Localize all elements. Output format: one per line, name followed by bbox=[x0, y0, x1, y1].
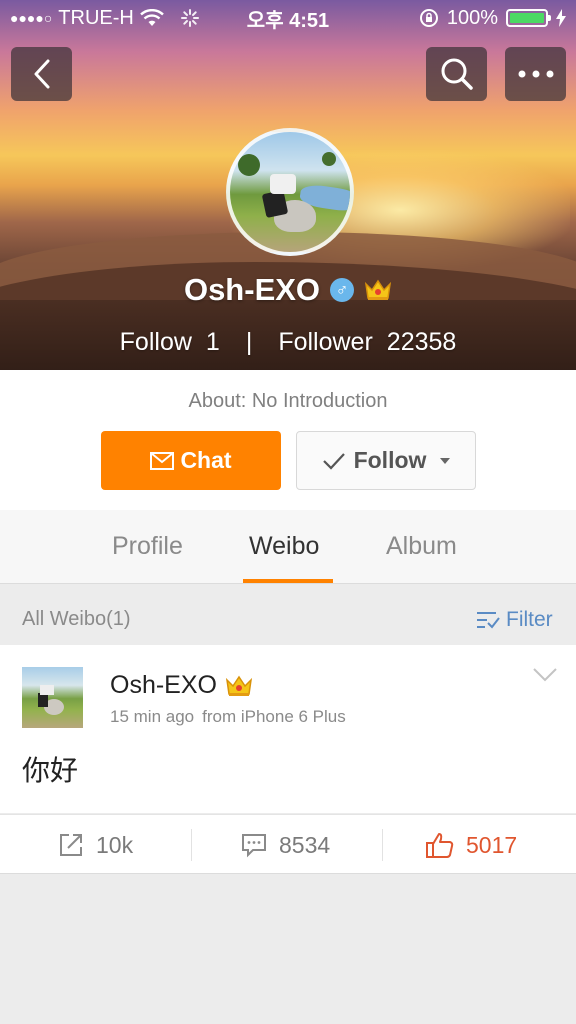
weibo-post[interactable]: Osh-EXO 15 min ago from iPhone 6 Plus 你好 bbox=[0, 645, 576, 813]
checkmark-icon bbox=[322, 452, 345, 470]
follow-button[interactable]: Follow bbox=[296, 431, 476, 490]
back-button[interactable] bbox=[11, 47, 72, 101]
post-meta: 15 min ago from iPhone 6 Plus bbox=[110, 707, 346, 727]
mail-icon bbox=[150, 451, 175, 470]
profile-username: Osh-EXO bbox=[183, 272, 321, 307]
chat-button[interactable]: Chat bbox=[101, 431, 281, 490]
battery-icon bbox=[506, 9, 551, 27]
action-divider bbox=[191, 829, 192, 861]
caret-down-icon bbox=[440, 457, 451, 464]
following-count: 1 bbox=[205, 328, 220, 356]
following-label: Follow bbox=[119, 328, 192, 356]
repost-icon bbox=[60, 834, 82, 856]
profile-avatar[interactable] bbox=[226, 128, 354, 256]
about-text: About: No Introduction bbox=[188, 390, 388, 412]
following-stat[interactable]: Follow 1 bbox=[120, 328, 220, 357]
tab-weibo[interactable]: Weibo bbox=[249, 532, 319, 561]
active-tab-indicator bbox=[243, 579, 333, 583]
post-author-name[interactable]: Osh-EXO bbox=[110, 671, 217, 700]
status-bar: ●●●●○ TRUE-H 오후 4:51 100% bbox=[0, 0, 576, 36]
chat-button-label: Chat bbox=[180, 447, 232, 473]
like-button[interactable]: 5017 bbox=[426, 815, 517, 875]
followers-count: 22358 bbox=[386, 328, 457, 356]
crown-icon bbox=[225, 675, 253, 696]
filter-button[interactable]: Filter bbox=[476, 608, 553, 632]
profile-tabs: Profile Weibo Album bbox=[0, 510, 576, 584]
battery-percent: 100% bbox=[446, 6, 498, 29]
status-right: 100% bbox=[419, 7, 566, 30]
signal-strength-icon: ●●●●○ bbox=[10, 10, 53, 26]
search-button[interactable] bbox=[426, 47, 487, 101]
repost-button[interactable]: 10k bbox=[58, 815, 133, 875]
filter-icon bbox=[477, 612, 500, 629]
filter-label: Filter bbox=[506, 608, 553, 631]
carrier-info: ●●●●○ TRUE-H bbox=[10, 7, 200, 30]
followers-stat[interactable]: Follower 22358 bbox=[278, 328, 456, 357]
crown-icon bbox=[364, 279, 392, 300]
carrier-name: TRUE-H bbox=[58, 6, 134, 29]
post-author-avatar[interactable] bbox=[22, 667, 83, 728]
follow-stats: Follow 1 | Follower 22358 bbox=[0, 328, 576, 357]
stats-separator: | bbox=[245, 328, 253, 356]
post-time: 15 min ago bbox=[110, 707, 195, 726]
thumbs-up-icon bbox=[426, 833, 454, 858]
comment-button[interactable]: 8534 bbox=[241, 815, 330, 875]
tab-album[interactable]: Album bbox=[386, 532, 457, 561]
post-author-row: Osh-EXO bbox=[110, 671, 253, 700]
filter-bar: All Weibo(1) Filter bbox=[0, 596, 576, 644]
repost-count: 10k bbox=[96, 831, 134, 858]
activity-spinner-icon bbox=[180, 9, 199, 27]
male-gender-icon: ♂ bbox=[330, 278, 355, 302]
chevron-down-icon[interactable] bbox=[532, 667, 558, 683]
more-dots-icon bbox=[518, 70, 553, 78]
about-section: About: No Introduction Chat Follow bbox=[0, 370, 576, 510]
comment-icon bbox=[242, 834, 266, 858]
all-weibo-count: All Weibo(1) bbox=[22, 608, 131, 630]
username-row: Osh-EXO ♂ bbox=[0, 272, 576, 308]
orientation-lock-icon bbox=[419, 9, 438, 27]
charging-bolt-icon bbox=[556, 9, 566, 27]
search-icon bbox=[441, 58, 473, 90]
followers-label: Follower bbox=[278, 328, 373, 356]
like-count: 5017 bbox=[466, 831, 518, 858]
comment-count: 8534 bbox=[279, 831, 331, 858]
follow-button-label: Follow bbox=[353, 447, 427, 473]
post-text: 你好 bbox=[22, 754, 79, 787]
back-arrow-icon bbox=[34, 59, 49, 89]
post-source: from iPhone 6 Plus bbox=[202, 707, 346, 726]
action-divider bbox=[382, 829, 383, 861]
wifi-icon bbox=[140, 9, 164, 26]
tab-profile[interactable]: Profile bbox=[112, 532, 183, 561]
post-actions: 10k 8534 5017 bbox=[0, 814, 576, 874]
more-button[interactable] bbox=[505, 47, 566, 101]
